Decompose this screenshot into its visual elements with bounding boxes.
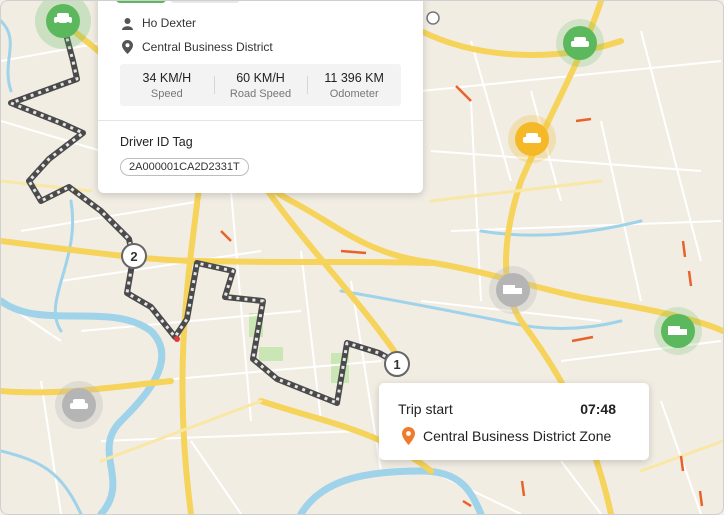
driver-location: Central Business District bbox=[142, 40, 273, 54]
vehicle-marker[interactable] bbox=[508, 115, 556, 163]
waypoint-1[interactable]: 1 bbox=[384, 351, 410, 377]
route-endpoint bbox=[426, 11, 440, 25]
divider bbox=[98, 120, 423, 121]
stat-value: 34 KM/H bbox=[142, 70, 192, 85]
driver-name: Ho Dexter bbox=[142, 16, 197, 30]
waypoint-2[interactable]: 2 bbox=[121, 243, 147, 269]
location-pin-icon bbox=[402, 427, 415, 445]
status-tab bbox=[116, 1, 166, 3]
stat-speed: 34 KM/H Speed bbox=[120, 64, 214, 106]
vehicle-marker[interactable] bbox=[654, 307, 702, 355]
trip-start-card[interactable]: Trip start 07:48 Central Business Distri… bbox=[379, 383, 649, 460]
vehicle-marker[interactable] bbox=[489, 266, 537, 314]
location-pin-icon bbox=[120, 40, 134, 54]
stat-value: 60 KM/H bbox=[236, 70, 285, 85]
stat-value: 11 396 KM bbox=[324, 70, 384, 85]
stat-label: Road Speed bbox=[229, 87, 292, 100]
stat-label: Odometer bbox=[329, 87, 379, 100]
park-area bbox=[259, 347, 283, 361]
vehicle-marker[interactable] bbox=[556, 19, 604, 67]
vehicle-marker[interactable] bbox=[55, 381, 103, 429]
trip-time: 07:48 bbox=[580, 401, 616, 417]
stat-odometer: 11 396 KM Odometer bbox=[307, 64, 401, 106]
driver-row: Ho Dexter bbox=[120, 16, 196, 30]
stat-label: Speed bbox=[150, 87, 183, 100]
trip-location: Central Business District Zone bbox=[423, 428, 612, 444]
status-tab-secondary bbox=[170, 1, 240, 3]
stats-panel: 34 KM/H Speed 60 KM/H Road Speed 11 396 … bbox=[120, 64, 401, 106]
stat-road-speed: 60 KM/H Road Speed bbox=[213, 64, 308, 106]
waypoint-label: 1 bbox=[393, 357, 400, 372]
trip-location-row: Central Business District Zone bbox=[402, 427, 611, 445]
trip-title: Trip start bbox=[398, 401, 453, 417]
location-row: Central Business District bbox=[120, 40, 273, 54]
driver-tag-chip[interactable]: 2A000001CA2D2331T bbox=[120, 158, 249, 176]
waypoint-label: 2 bbox=[130, 249, 137, 264]
driver-tag-title: Driver ID Tag bbox=[120, 135, 193, 149]
driver-info-card: Ho Dexter Central Business District 34 K… bbox=[98, 1, 423, 193]
person-icon bbox=[120, 16, 134, 30]
map-frame: 1 2 Ho Dexter Central Business District … bbox=[0, 0, 724, 515]
